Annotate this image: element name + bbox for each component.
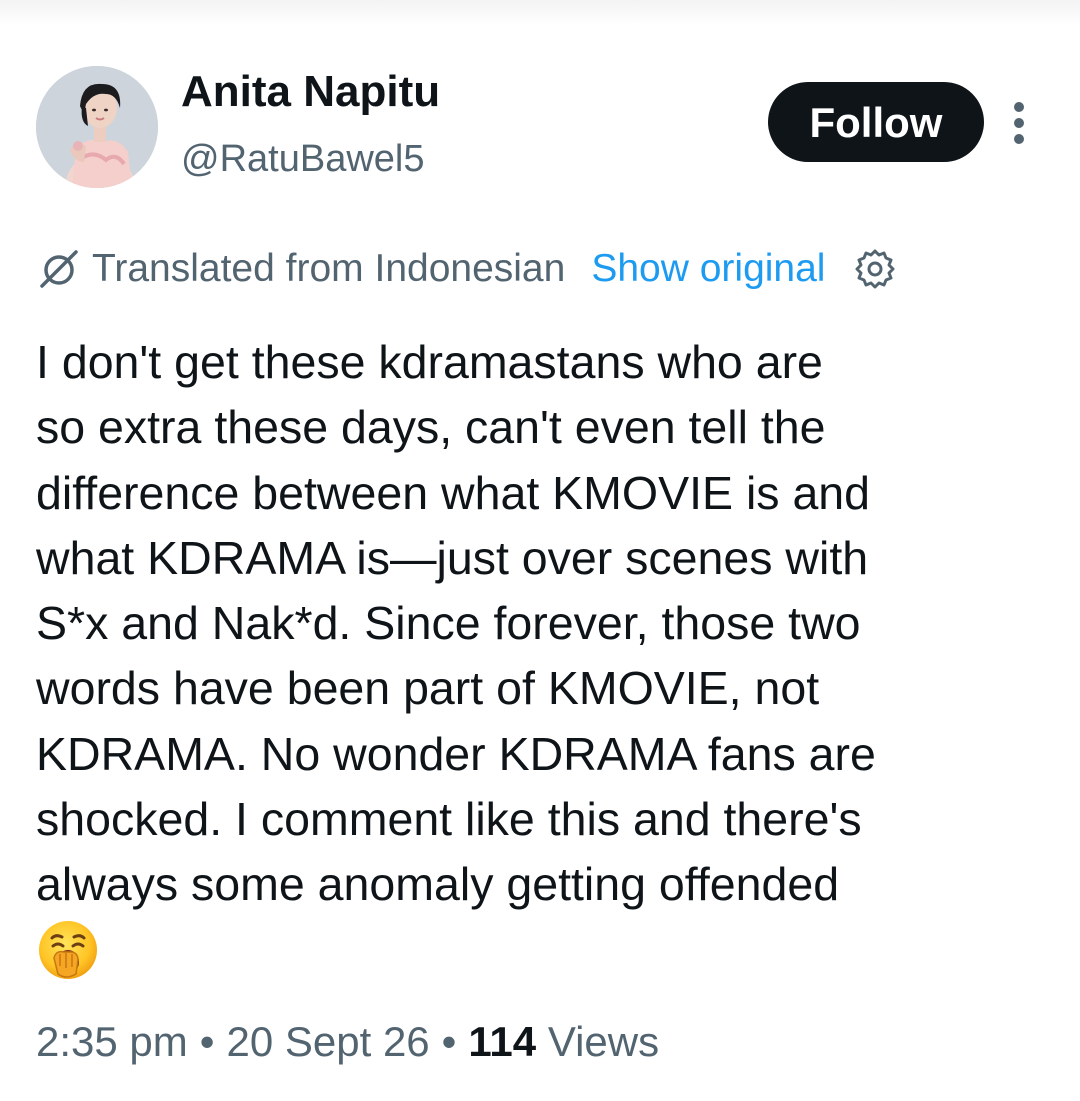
- yawning-face-icon: [39, 921, 97, 979]
- vertical-ellipsis-icon: [1014, 118, 1024, 128]
- translation-banner: Translated from Indonesian Show original: [36, 244, 897, 294]
- tweet-text-line: so extra these days, can't even tell the: [36, 401, 826, 454]
- vertical-ellipsis-icon: [1014, 134, 1024, 144]
- tweet-text-line: what KDRAMA is—just over scenes with: [36, 531, 869, 584]
- gear-icon[interactable]: [853, 247, 897, 291]
- tweet-text-line: shocked. I comment like this and there's: [36, 793, 862, 846]
- tweet-text: I don't get these kdramastans who are so…: [36, 330, 1046, 918]
- tweet-text-line: I don't get these kdramastans who are: [36, 336, 823, 388]
- tweet-time[interactable]: 2:35 pm: [36, 1018, 188, 1065]
- meta-separator: •: [199, 1018, 215, 1065]
- views-count: 114: [468, 1018, 537, 1065]
- translate-slash-icon: [40, 250, 78, 288]
- show-original-link[interactable]: Show original: [591, 247, 825, 291]
- tweet-date[interactable]: 20 Sept 26: [226, 1018, 429, 1065]
- meta-separator: •: [441, 1018, 457, 1065]
- display-name[interactable]: Anita Napitu: [181, 66, 440, 118]
- avatar[interactable]: [36, 66, 158, 188]
- user-handle[interactable]: @RatuBawel5: [181, 136, 424, 182]
- more-options-button[interactable]: [1004, 96, 1034, 148]
- tweet-text-line: words have been part of KMOVIE, not: [36, 662, 820, 715]
- vertical-ellipsis-icon: [1014, 102, 1024, 112]
- yawning-face-emoji: [36, 918, 100, 982]
- top-edge-shadow: [0, 0, 1080, 26]
- follow-button[interactable]: Follow: [768, 82, 984, 162]
- tweet-text-line: KDRAMA. No wonder KDRAMA fans are: [36, 727, 876, 780]
- views-label: Views: [547, 1018, 660, 1065]
- tweet-text-line: difference between what KMOVIE is and: [36, 466, 871, 519]
- tweet-meta: 2:35 pm • 20 Sept 26 • 114 Views: [36, 1016, 659, 1068]
- translated-from-label: Translated from Indonesian: [92, 247, 566, 290]
- tweet-text-line: always some anomaly getting offended: [36, 858, 840, 911]
- tweet-text-line: S*x and Nak*d. Since forever, those two: [36, 597, 861, 650]
- profile-photo-icon: [36, 66, 158, 188]
